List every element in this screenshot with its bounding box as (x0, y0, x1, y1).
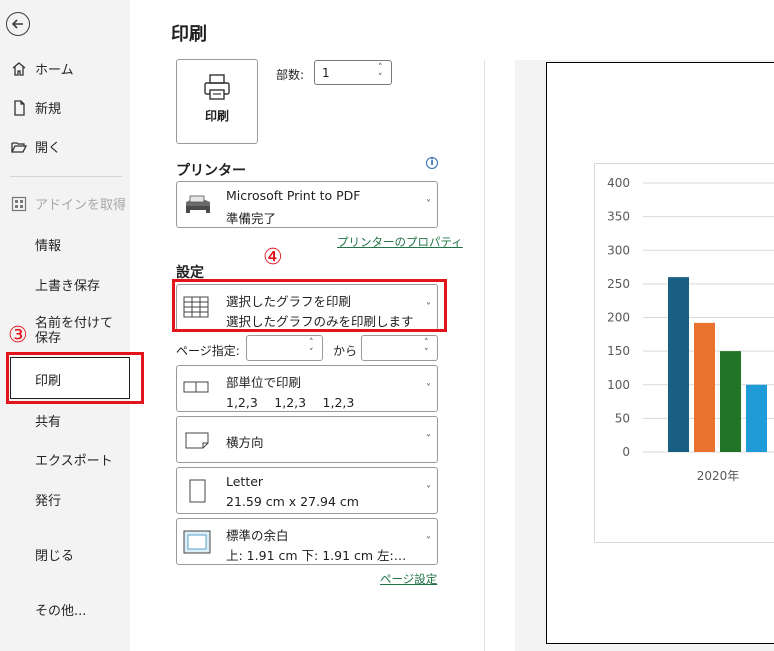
step-3-marker: ③ (8, 323, 28, 348)
y-tick-label: 200 (607, 311, 630, 325)
chevron-up-icon[interactable]: ˄ (309, 339, 317, 348)
pages-to-label: から (333, 344, 358, 358)
nav-close-label: 閉じる (35, 549, 75, 564)
nav-save-label: 上書き保存 (35, 279, 101, 294)
margins-dropdown[interactable]: 標準の余白 上: 1.91 cm 下: 1.91 cm 左:… ˅ (176, 518, 438, 565)
printer-dropdown[interactable]: Microsoft Print to PDF 準備完了 ˅ (176, 181, 438, 228)
nav-open-label: 開く (35, 141, 62, 156)
folder-open-icon (10, 138, 28, 156)
home-icon (10, 60, 28, 78)
nav-share-label: 共有 (35, 415, 62, 430)
collate-dropdown[interactable]: 部単位で印刷 1,2,3 1,2,3 1,2,3 ˅ (176, 365, 438, 412)
print-button[interactable]: 印刷 (176, 59, 258, 144)
paper-size-desc: 21.59 cm x 27.94 cm (226, 494, 359, 509)
nav-save[interactable]: 上書き保存 (35, 275, 100, 294)
info-icon[interactable]: i (426, 157, 438, 169)
x-category-label: 2020年 (697, 469, 740, 483)
chevron-down-icon: ˅ (426, 536, 431, 547)
chevron-down-icon[interactable]: ˅ (309, 349, 317, 358)
y-tick-label: 300 (607, 243, 630, 257)
y-tick-label: 0 (622, 445, 630, 459)
print-button-label: 印刷 (204, 109, 229, 123)
y-tick-label: 250 (607, 277, 630, 291)
nav-info[interactable]: 情報 (35, 235, 61, 254)
chevron-down-icon[interactable]: ˅ (378, 74, 386, 83)
printer-name: Microsoft Print to PDF (226, 188, 361, 203)
nav-new[interactable]: 新規 (10, 98, 61, 117)
printer-heading: プリンター (176, 163, 246, 179)
nav-export-label: エクスポート (35, 454, 113, 469)
chevron-down-icon: ˅ (426, 485, 431, 496)
pages-to-input[interactable]: ˄ ˅ (361, 335, 438, 361)
page-setup-link[interactable]: ページ設定 (380, 571, 437, 587)
collate-title: 部単位で印刷 (226, 375, 302, 390)
nav-share[interactable]: 共有 (35, 411, 61, 430)
y-tick-label: 400 (607, 176, 630, 190)
nav-get-addins-label: アドインを取得 (35, 198, 127, 213)
y-tick-label: 50 (615, 411, 630, 425)
bar-series-1 (668, 277, 689, 452)
y-tick-label: 100 (607, 378, 630, 392)
printer-properties-link[interactable]: プリンターのプロパティ (337, 234, 463, 250)
nav-save-as[interactable]: 名前を付けて保存 (35, 316, 119, 346)
y-tick-label: 350 (607, 210, 630, 224)
nav-open[interactable]: 開く (10, 137, 61, 156)
nav-publish[interactable]: 発行 (35, 490, 61, 509)
chevron-down-icon[interactable]: ˅ (424, 349, 432, 358)
printer-icon (204, 74, 230, 100)
copies-stepper[interactable]: 1 ˄ ˅ (314, 60, 392, 85)
collate-desc: 1,2,3 1,2,3 1,2,3 (226, 395, 355, 410)
bar-series-2 (694, 322, 715, 452)
chevron-down-icon: ˅ (426, 383, 431, 394)
pages-label: ページ指定: (176, 344, 240, 358)
paper-size-title: Letter (226, 474, 264, 489)
margins-icon (183, 530, 211, 554)
nav-publish-label: 発行 (35, 494, 62, 509)
printer-device-icon (186, 195, 210, 214)
copies-value: 1 (322, 66, 330, 80)
nav-more[interactable]: その他... (35, 600, 86, 619)
nav-home-label: ホーム (35, 63, 74, 78)
printer-status: 準備完了 (226, 211, 277, 226)
collate-icon (183, 381, 209, 393)
nav-home[interactable]: ホーム (10, 59, 74, 78)
bar-series-4 (746, 384, 767, 452)
nav-info-label: 情報 (35, 239, 62, 254)
step-4-marker: ④ (263, 245, 283, 270)
bar-chart: 0 50 100 150 200 250 300 350 400 2020年 (607, 176, 774, 483)
addins-grid-icon (10, 195, 28, 213)
new-document-icon (10, 99, 28, 117)
chart-area: 0 50 100 150 200 250 300 350 400 2020年 (594, 163, 774, 543)
back-arrow-icon[interactable] (6, 12, 30, 36)
nav-save-as-label: 名前を付けて保存 (35, 316, 114, 346)
orientation-dropdown[interactable]: 横方向 ˅ (176, 416, 438, 463)
paper-size-dropdown[interactable]: Letter 21.59 cm x 27.94 cm ˅ (176, 467, 438, 514)
chevron-down-icon: ˅ (426, 434, 431, 445)
sidebar-divider (10, 176, 122, 177)
chevron-up-icon[interactable]: ˄ (378, 64, 386, 73)
nav-export[interactable]: エクスポート (35, 450, 113, 469)
page-title: 印刷 (171, 24, 207, 45)
copies-label: 部数: (276, 68, 305, 82)
nav-close[interactable]: 閉じる (35, 545, 74, 564)
margins-desc: 上: 1.91 cm 下: 1.91 cm 左:… (226, 548, 407, 563)
step-4-highlight (172, 279, 447, 332)
bar-series-3 (720, 351, 741, 452)
y-tick-label: 150 (607, 344, 630, 358)
paper-size-icon (189, 479, 206, 503)
chevron-down-icon: ˅ (426, 199, 431, 210)
step-3-highlight (6, 352, 144, 404)
panel-divider (484, 60, 485, 651)
orientation-value: 横方向 (226, 435, 264, 450)
nav-get-addins: アドインを取得 (10, 194, 126, 213)
landscape-page-icon (185, 432, 209, 449)
margins-title: 標準の余白 (226, 528, 289, 543)
nav-new-label: 新規 (35, 102, 62, 117)
pages-from-input[interactable]: ˄ ˅ (246, 335, 323, 361)
nav-more-label: その他... (35, 604, 87, 619)
chevron-up-icon[interactable]: ˄ (424, 339, 432, 348)
